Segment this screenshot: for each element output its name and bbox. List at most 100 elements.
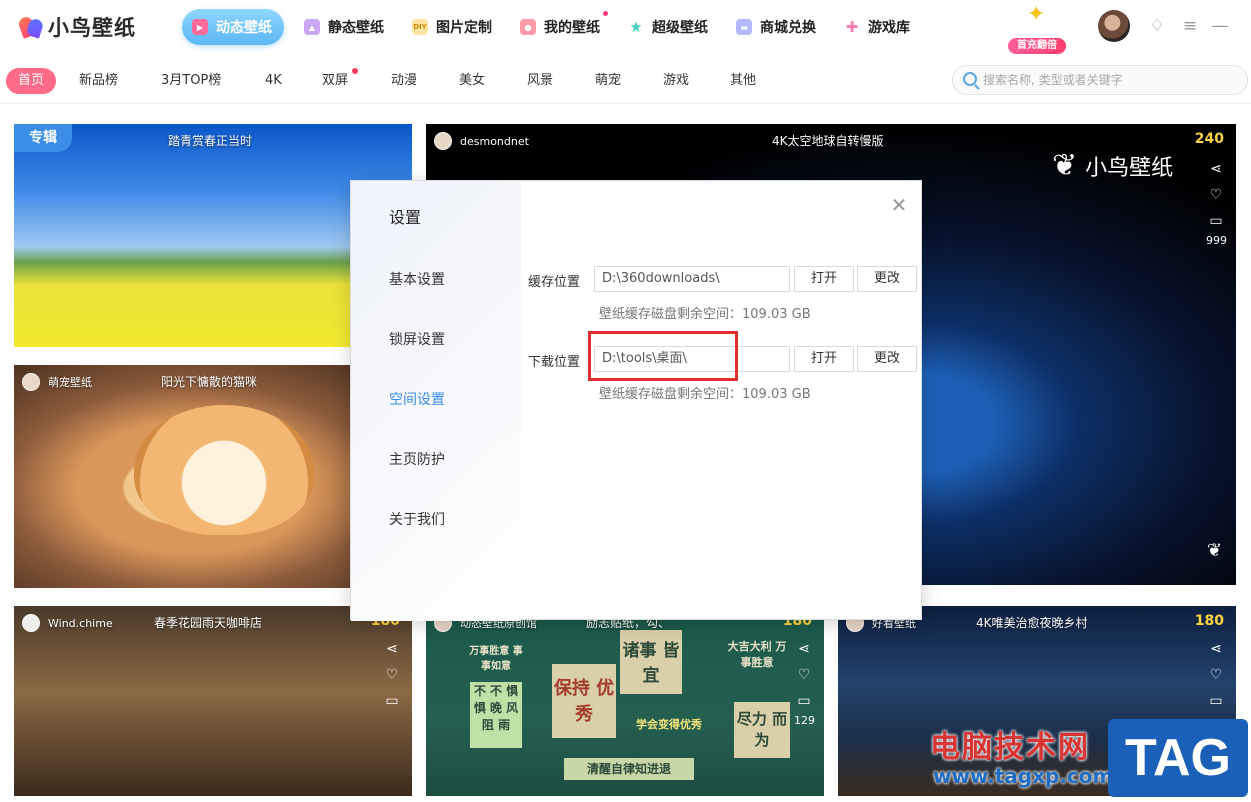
card-author: 萌宠壁纸 <box>22 373 92 391</box>
heart-icon[interactable]: ♡ <box>1206 662 1226 688</box>
card-title: 4K太空地球自转慢版 <box>772 134 884 148</box>
menu-homepage-protection[interactable]: 主页防护 <box>389 449 445 469</box>
comment-icon[interactable]: ▭ <box>382 688 402 714</box>
brand-watermark: ❦ 小鸟壁纸 <box>1052 148 1173 183</box>
dialog-title: 设置 <box>389 208 422 227</box>
cache-space-hint: 壁纸缓存磁盘剩余空间：109.03 GB <box>599 307 811 322</box>
watermark-url: www.tagxp.com <box>933 764 1114 788</box>
user-icon: ● <box>520 19 536 35</box>
card-actions: ⋖ ♡ ▭ 999 <box>1206 156 1227 254</box>
menu-space-settings[interactable]: 空间设置 <box>389 389 445 409</box>
share-icon[interactable]: ⋖ <box>794 636 814 662</box>
download-location-label: 下载位置 <box>528 355 581 370</box>
share-icon[interactable]: ⋖ <box>382 636 402 662</box>
nav-label: 我的壁纸 <box>544 20 600 36</box>
nav-label: 图片定制 <box>436 20 492 36</box>
wallpaper-card[interactable]: Wind.chime 春季花园雨天咖啡店 180 ⋖ ♡ ▭ <box>14 606 412 796</box>
user-avatar[interactable] <box>1098 10 1130 42</box>
notification-dot <box>352 68 359 74</box>
category-beauty[interactable]: 美女 <box>459 68 485 94</box>
author-name: desmondnet <box>460 134 529 148</box>
card-title: 阳光下慵散的猫咪 <box>161 375 258 389</box>
category-games[interactable]: 游戏 <box>663 68 689 94</box>
menu-basic-settings[interactable]: 基本设置 <box>389 269 445 289</box>
bird-logo-icon <box>17 15 45 39</box>
category-other[interactable]: 其他 <box>730 68 756 94</box>
category-new[interactable]: 新品榜 <box>79 68 118 94</box>
nav-static-wallpaper[interactable]: ▲ 静态壁纸 <box>298 9 392 45</box>
bird-mini-icon: ❦ <box>1206 540 1222 561</box>
album-tag: 专辑 <box>14 124 72 152</box>
wallpaper-card[interactable]: 动态壁纸原创馆 励志贴纸，勾、 180 万事胜意 事事如意 诸事 皆宜 大吉大利… <box>426 606 824 796</box>
sticker-note: 大吉大利 万事胜意 <box>727 640 787 669</box>
category-scenery[interactable]: 风景 <box>527 68 553 94</box>
app-name: 小鸟壁纸 <box>48 16 136 40</box>
category-top[interactable]: 3月TOP榜 <box>161 68 221 94</box>
nav-label: 游戏库 <box>868 20 910 36</box>
sticker-note: 学会变得优秀 <box>636 718 702 731</box>
app-logo[interactable]: 小鸟壁纸 <box>17 12 136 42</box>
nav-dynamic-wallpaper[interactable]: ▶ 动态壁纸 <box>182 9 284 45</box>
play-icon: ▶ <box>192 19 208 35</box>
share-icon[interactable]: ⋖ <box>1206 156 1226 182</box>
cache-path-field[interactable]: D:\360downloads\ <box>594 266 790 292</box>
nav-my-wallpaper[interactable]: ● 我的壁纸 <box>514 9 608 45</box>
search-box[interactable] <box>952 65 1248 95</box>
category-label: 双屏 <box>322 73 349 88</box>
coin-count: 180 <box>1194 613 1224 629</box>
category-4k[interactable]: 4K <box>265 68 282 94</box>
heart-icon[interactable]: ♡ <box>382 662 402 688</box>
sticker-note: 诸事 皆宜 <box>620 630 682 694</box>
menu-lockscreen-settings[interactable]: 锁屏设置 <box>389 329 445 349</box>
comment-icon[interactable]: ▭ <box>1206 688 1226 714</box>
cache-change-button[interactable]: 更改 <box>857 266 917 292</box>
brand-text: 小鸟壁纸 <box>1085 155 1174 181</box>
settings-dialog: 设置 基本设置 锁屏设置 空间设置 主页防护 关于我们 ✕ 缓存位置 D:\36… <box>350 180 922 621</box>
card-title: 4K唯美治愈夜晚乡村 <box>976 616 1088 630</box>
card-author: Wind.chime <box>22 614 113 632</box>
category-pets[interactable]: 萌宠 <box>595 68 621 94</box>
category-anime[interactable]: 动漫 <box>391 68 417 94</box>
nav-label: 动态壁纸 <box>216 20 272 36</box>
gamepad-icon: ✚ <box>845 18 859 36</box>
menu-about-us[interactable]: 关于我们 <box>389 509 445 529</box>
shop-icon: ▬ <box>736 19 752 35</box>
sticker-note: 保持 优秀 <box>552 664 616 738</box>
heart-icon[interactable]: ♡ <box>794 662 814 688</box>
cache-location-label: 缓存位置 <box>528 275 581 290</box>
download-space-hint: 壁纸缓存磁盘剩余空间：109.03 GB <box>599 387 811 402</box>
share-icon[interactable]: ⋖ <box>1206 636 1226 662</box>
card-actions: ⋖ ♡ ▭ <box>382 636 402 714</box>
watermark-tag-logo: TAG <box>1108 719 1248 797</box>
nav-label: 商城兑换 <box>760 20 816 36</box>
bell-icon[interactable]: ♢ <box>1145 14 1169 38</box>
comment-count: 999 <box>1206 234 1227 247</box>
card-title: 踏青赏春正当时 <box>168 134 253 148</box>
top-bar: 小鸟壁纸 ▶ 动态壁纸 ▲ 静态壁纸 DIY 图片定制 ● 我的壁纸 ★ 超级壁… <box>0 0 1251 55</box>
card-author: desmondnet <box>434 132 529 150</box>
nav-shop-exchange[interactable]: ▬ 商城兑换 <box>730 9 824 45</box>
watermark-text: 电脑技术网 <box>930 730 1090 765</box>
main-nav: ▶ 动态壁纸 ▲ 静态壁纸 DIY 图片定制 ● 我的壁纸 ★ 超级壁纸 ▬ 商… <box>182 9 932 45</box>
download-change-button[interactable]: 更改 <box>857 346 917 372</box>
nav-label: 超级壁纸 <box>652 20 708 36</box>
menu-icon[interactable]: ≡ <box>1178 14 1202 38</box>
nav-game-library[interactable]: ✚ 游戏库 <box>838 9 918 45</box>
download-open-button[interactable]: 打开 <box>794 346 854 372</box>
minimize-icon[interactable]: — <box>1208 14 1232 38</box>
cache-open-button[interactable]: 打开 <box>794 266 854 292</box>
close-icon[interactable]: ✕ <box>889 195 909 215</box>
author-name: 萌宠壁纸 <box>48 376 92 389</box>
sticker-note: 万事胜意 事事如意 <box>469 646 523 672</box>
nav-super-wallpaper[interactable]: ★ 超级壁纸 <box>622 9 716 45</box>
heart-icon[interactable]: ♡ <box>1206 182 1226 208</box>
category-home[interactable]: 首页 <box>6 68 57 94</box>
first-recharge-promo[interactable]: ✦ 首充翻倍 <box>1005 0 1067 55</box>
category-dual-screen[interactable]: 双屏 <box>322 68 359 94</box>
notification-dot <box>603 11 608 16</box>
sticker-note: 尽力 而为 <box>734 702 790 758</box>
nav-custom-image[interactable]: DIY 图片定制 <box>406 9 500 45</box>
card-title: 春季花园雨天咖啡店 <box>154 616 263 630</box>
search-input[interactable] <box>983 70 1239 90</box>
card-actions: ⋖ ♡ ▭ 129 <box>794 636 815 734</box>
